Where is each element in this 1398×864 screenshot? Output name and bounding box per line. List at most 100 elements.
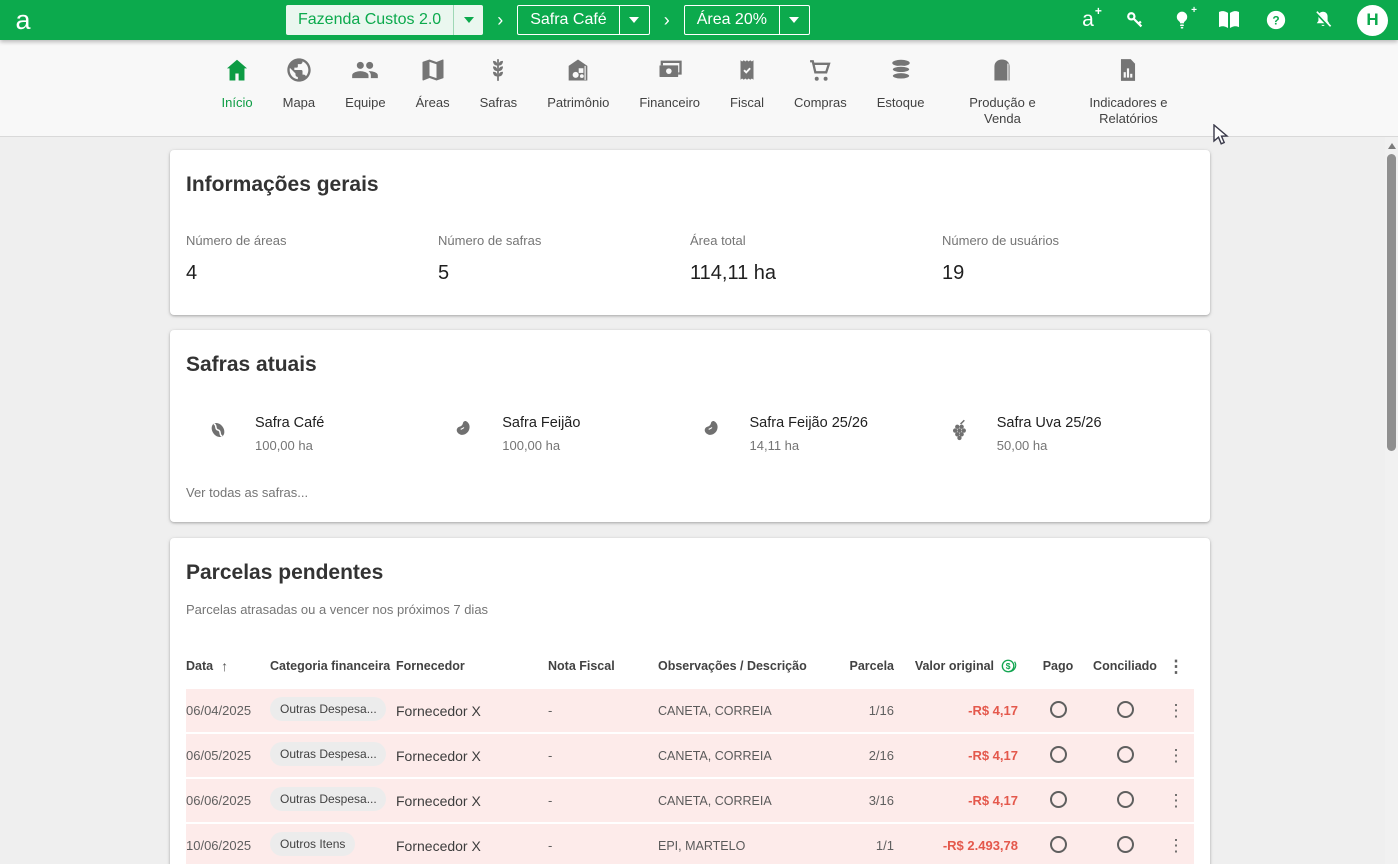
- cell-date: 06/05/2025: [186, 748, 252, 763]
- parcelas-subtitle: Parcelas atrasadas ou a vencer nos próxi…: [186, 602, 489, 617]
- nav-item-areas[interactable]: Áreas: [403, 54, 463, 111]
- col-observacoes[interactable]: Observações / Descrição: [658, 659, 838, 673]
- nav-item-inicio[interactable]: Início: [209, 54, 266, 111]
- row-menu-icon[interactable]: ⋮: [1166, 792, 1186, 809]
- cell-value: -R$ 4,17: [968, 703, 1018, 718]
- col-data[interactable]: Data ↑: [186, 658, 270, 674]
- nav-item-patrimonio[interactable]: Patrimônio: [534, 54, 622, 111]
- reconciled-radio[interactable]: [1116, 700, 1134, 718]
- col-categoria[interactable]: Categoria financeira: [270, 659, 396, 673]
- safra-texts: Safra Feijão 25/26 14,11 ha: [750, 415, 869, 453]
- farm-selector[interactable]: Fazenda Custos 2.0: [286, 5, 484, 35]
- row-menu-icon[interactable]: ⋮: [1166, 747, 1186, 764]
- scrollbar-thumb[interactable]: [1387, 154, 1396, 451]
- safra-selector[interactable]: Safra Café: [517, 5, 650, 35]
- cell-installment: 3/16: [868, 793, 894, 808]
- col-conciliado[interactable]: Conciliado: [1084, 659, 1166, 673]
- paid-radio[interactable]: [1049, 745, 1067, 763]
- stat-label: Número de áreas: [186, 233, 287, 248]
- category-chip[interactable]: Outras Despesa...: [270, 787, 386, 811]
- tractor-shed-icon: [563, 54, 593, 86]
- chevron-down-icon: [463, 17, 474, 23]
- paid-radio[interactable]: [1049, 835, 1067, 853]
- cell-paid: [1032, 700, 1084, 721]
- avatar[interactable]: H: [1357, 4, 1388, 36]
- access-keys-button[interactable]: [1122, 7, 1148, 33]
- safra-selector-caret[interactable]: [618, 6, 649, 34]
- sort-asc-icon[interactable]: ↑: [221, 658, 228, 674]
- breadcrumb: Fazenda Custos 2.0 › Safra Café › Área 2…: [286, 0, 810, 40]
- nav-item-producao-venda[interactable]: Produção e Venda: [941, 54, 1063, 128]
- stat-value: 114,11 ha: [690, 262, 777, 284]
- table-row[interactable]: 06/04/2025 Outras Despesa... Fornecedor …: [186, 689, 1194, 734]
- nav-label: Mapa: [282, 95, 316, 110]
- cell-installment: 1/1: [875, 838, 894, 853]
- nav-item-fiscal[interactable]: Fiscal: [717, 54, 777, 111]
- row-menu-icon[interactable]: ⋮: [1166, 702, 1186, 719]
- safra-item-cafe[interactable]: Safra Café 100,00 ha: [205, 415, 452, 453]
- table-menu-icon[interactable]: ⋮: [1166, 658, 1186, 675]
- category-chip[interactable]: Outras Despesa...: [270, 742, 386, 766]
- category-chip[interactable]: Outros Itens: [270, 832, 356, 856]
- cell-category: Outros Itens: [270, 832, 396, 859]
- nav-label: Safras: [479, 95, 518, 110]
- reconciled-radio[interactable]: [1116, 790, 1134, 808]
- reconciled-radio[interactable]: [1116, 745, 1134, 763]
- general-info-card: Informações gerais Número de áreas 4 Núm…: [170, 150, 1210, 315]
- stat-value: 5: [438, 262, 450, 284]
- nav-item-indicadores-relatorios[interactable]: Indicadores e Relatórios: [1067, 54, 1189, 128]
- safra-texts: Safra Feijão 100,00 ha: [502, 415, 580, 453]
- nav-item-estoque[interactable]: Estoque: [864, 54, 938, 111]
- breadcrumb-separator: ›: [663, 10, 670, 30]
- paid-radio[interactable]: [1049, 790, 1067, 808]
- nav-item-equipe[interactable]: Equipe: [332, 54, 398, 111]
- nav-item-mapa[interactable]: Mapa: [270, 54, 329, 111]
- area-selector-caret[interactable]: [778, 6, 809, 34]
- safra-name: Safra Feijão: [502, 415, 581, 431]
- nav-item-compras[interactable]: Compras: [781, 54, 860, 111]
- nav-label: Fiscal: [730, 95, 764, 110]
- notifications-button[interactable]: [1310, 7, 1336, 33]
- nav-label: Áreas: [415, 95, 450, 110]
- area-selector[interactable]: Área 20%: [683, 5, 810, 35]
- row-menu-icon[interactable]: ⋮: [1166, 837, 1186, 854]
- invite-user-button[interactable]: a +: [1075, 4, 1102, 33]
- cell-installment: 2/16: [868, 748, 894, 763]
- safra-area: 50,00 ha: [996, 438, 1048, 453]
- help-button[interactable]: ?: [1263, 7, 1289, 33]
- cell-invoice: -: [548, 748, 553, 763]
- farm-selector-label: Fazenda Custos 2.0: [298, 11, 442, 28]
- scroll-up-arrow-icon[interactable]: [1387, 143, 1396, 149]
- table-row[interactable]: 06/05/2025 Outras Despesa... Fornecedor …: [186, 734, 1194, 779]
- col-parcela[interactable]: Parcela: [838, 659, 908, 673]
- chevron-down-icon: [789, 17, 800, 23]
- safra-item-feijao-2526[interactable]: Safra Feijão 25/26 14,11 ha: [700, 415, 947, 453]
- paid-radio[interactable]: [1049, 700, 1067, 718]
- col-valor-original[interactable]: Valor original $: [908, 657, 1032, 675]
- table-row[interactable]: 06/06/2025 Outras Despesa... Fornecedor …: [186, 779, 1194, 824]
- nav-item-financeiro[interactable]: Financeiro: [626, 54, 713, 111]
- table-row[interactable]: 10/06/2025 Outros Itens Fornecedor X - E…: [186, 824, 1194, 864]
- receipt-icon: [734, 54, 760, 86]
- col-nota-fiscal[interactable]: Nota Fiscal: [548, 659, 658, 673]
- aegro-logo[interactable]: a: [0, 0, 46, 40]
- guide-button[interactable]: [1216, 7, 1242, 33]
- safra-item-feijao[interactable]: Safra Feijão 100,00 ha: [452, 415, 699, 453]
- cell-category: Outras Despesa...: [270, 697, 396, 724]
- coffee-bean-icon: [205, 417, 231, 443]
- cell-category: Outras Despesa...: [270, 787, 396, 814]
- col-pago[interactable]: Pago: [1032, 659, 1084, 673]
- nav-label: Financeiro: [639, 95, 701, 110]
- nav-item-safras[interactable]: Safras: [467, 54, 531, 111]
- col-fornecedor[interactable]: Fornecedor: [396, 659, 548, 673]
- safra-item-uva-2526[interactable]: Safra Uva 25/26 50,00 ha: [947, 415, 1194, 453]
- cell-paid: [1032, 745, 1084, 766]
- category-chip[interactable]: Outras Despesa...: [270, 697, 386, 721]
- vertical-scrollbar[interactable]: [1385, 137, 1398, 864]
- reconciled-radio[interactable]: [1116, 835, 1134, 853]
- nav-label: Início: [221, 95, 253, 110]
- see-all-safras-link[interactable]: Ver todas as safras...: [186, 485, 1194, 500]
- farm-selector-caret[interactable]: [453, 5, 483, 35]
- suggestions-button[interactable]: +: [1169, 5, 1197, 33]
- cell-supplier: Fornecedor X: [396, 747, 481, 764]
